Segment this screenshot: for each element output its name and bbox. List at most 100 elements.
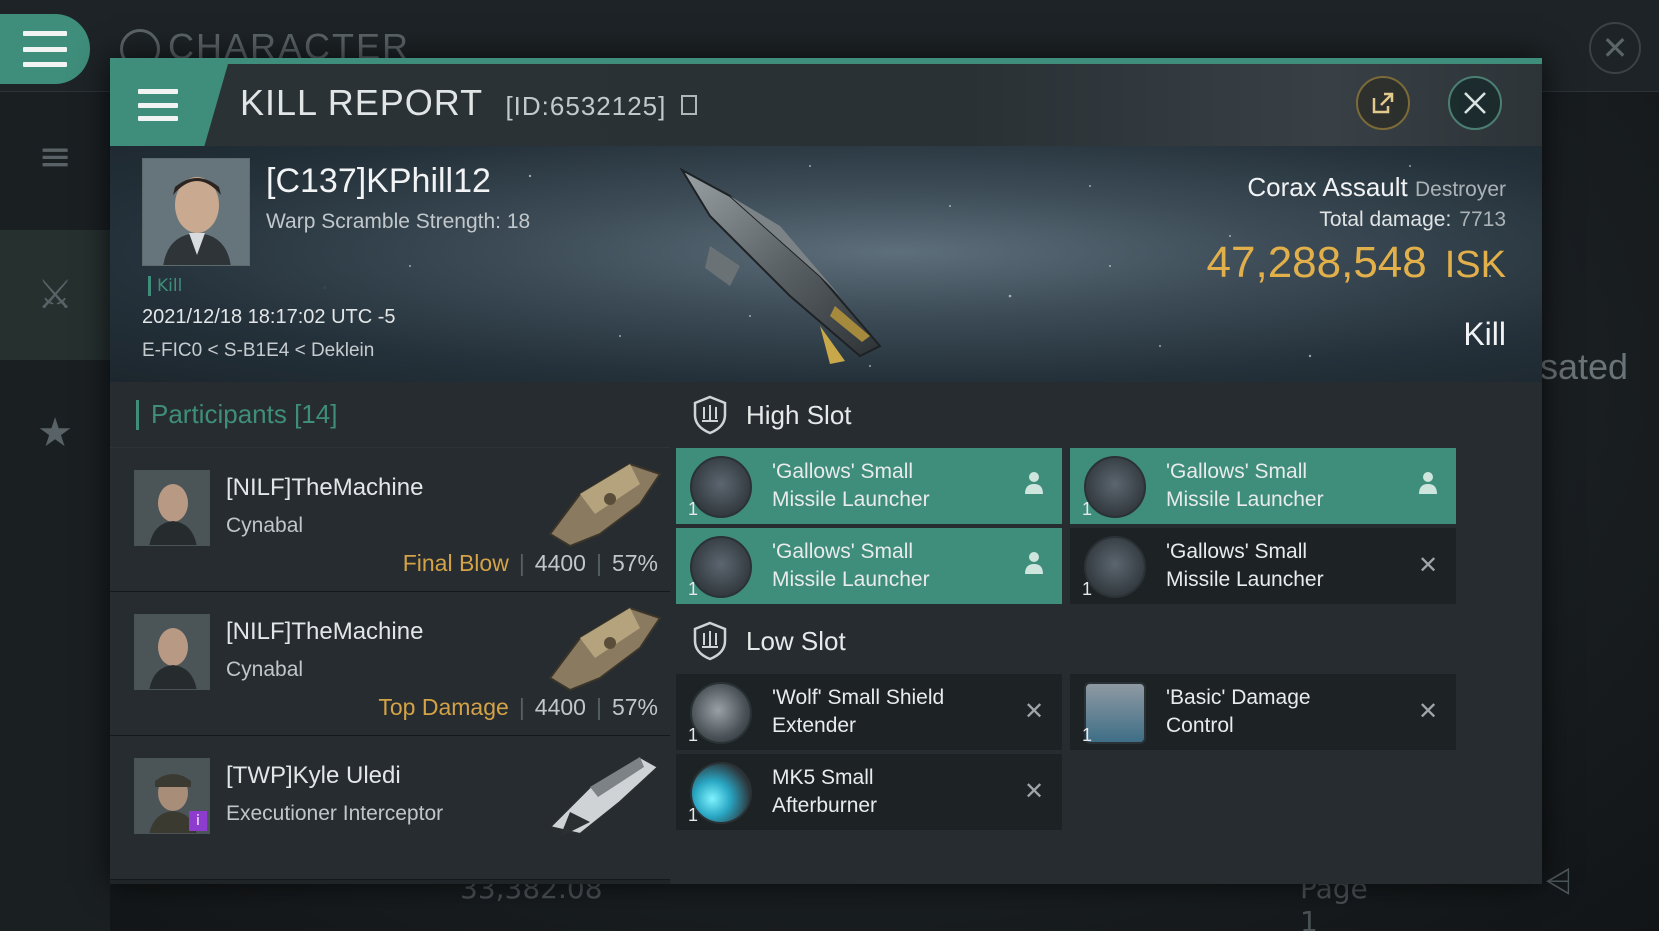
participant-ship: Executioner Interceptor <box>226 802 444 825</box>
participant-ship-image <box>548 755 660 837</box>
participant-avatar[interactable] <box>134 470 210 546</box>
participant-row[interactable]: [NILF]TheMachine Cynabal Final Blow | 4400… <box>110 448 670 592</box>
kill-location[interactable]: E-FIC0 < S-B1E4 < Deklein <box>142 340 374 362</box>
isk-amount: 47,288,548 <box>1206 238 1427 287</box>
total-damage-value: 7713 <box>1459 208 1506 231</box>
victim-subtitle: Warp Scramble Strength: 18 <box>266 210 531 233</box>
destroyed-x-icon: ✕ <box>1417 551 1439 579</box>
participant-ship-image <box>548 462 662 548</box>
module-item[interactable]: 1 'Gallows' Small Missile Launcher <box>1070 448 1456 524</box>
copy-icon[interactable] <box>681 95 698 116</box>
destroyed-x-icon: ✕ <box>1023 777 1045 805</box>
close-button[interactable] <box>1448 76 1502 130</box>
stats-divider: | <box>595 694 602 720</box>
module-item[interactable]: 1 'Gallows' Small Missile Launcher <box>676 448 1062 524</box>
module-name-line1: 'Gallows' Small <box>772 540 914 563</box>
participant-percent: 57% <box>611 694 658 720</box>
module-quantity: 1 <box>1082 579 1093 599</box>
missile-launcher-icon <box>1084 536 1146 598</box>
victim-avatar[interactable] <box>142 158 250 266</box>
share-button[interactable] <box>1356 76 1410 130</box>
result-type: Kill <box>1463 316 1506 352</box>
total-damage: Total damage: 7713 <box>1319 208 1506 232</box>
person-icon <box>1020 550 1048 580</box>
dialog-menu-button[interactable] <box>110 64 228 146</box>
ship-class: Destroyer <box>1414 178 1506 201</box>
module-item[interactable]: 1 MK5 Small Afterburner ✕ <box>676 754 1062 830</box>
module-item[interactable]: 1 'Gallows' Small Missile Launcher ✕ <box>1070 528 1456 604</box>
menu-icon <box>138 89 178 121</box>
module-name: 'Gallows' Small Missile Launcher <box>1166 538 1406 594</box>
participant-ship: Cynabal <box>226 658 304 681</box>
sidebar-star-icon[interactable]: ★ <box>0 368 110 498</box>
participants-count: [14] <box>294 399 338 429</box>
module-name-line2: Control <box>1166 714 1234 737</box>
module-name-line1: 'Gallows' Small <box>772 460 914 483</box>
status-badge: i <box>189 811 207 831</box>
module-item[interactable]: 1 'Wolf' Small Shield Extender ✕ <box>676 674 1062 750</box>
victim-ship-name[interactable]: Corax Assault Destroyer <box>1247 172 1506 203</box>
module-quantity: 1 <box>688 805 699 825</box>
victim-name[interactable]: [C137]KPhill12 <box>266 162 491 201</box>
participant-tag: Top Damage <box>378 694 509 720</box>
victim-ship-image[interactable] <box>670 156 910 366</box>
stats-divider: | <box>518 550 525 576</box>
module-quantity: 1 <box>1082 499 1093 519</box>
module-quantity: 1 <box>1082 725 1093 745</box>
missile-launcher-icon <box>1084 456 1146 518</box>
background-right-text: sated <box>1540 346 1629 387</box>
module-name: 'Gallows' Small Missile Launcher <box>772 458 1012 514</box>
module-item[interactable]: 1 'Basic' Damage Control ✕ <box>1070 674 1456 750</box>
dialog-title-text: KILL REPORT <box>240 82 483 123</box>
destroyed-x-icon: ✕ <box>1417 697 1439 725</box>
participants-accent-bar <box>136 399 139 430</box>
isk-unit: ISK <box>1444 244 1506 286</box>
high-slot-label: High Slot <box>746 399 852 430</box>
participants-label: Participants <box>151 399 287 429</box>
stats-divider: | <box>518 694 525 720</box>
participants-panel: Participants [14] [NILF]TheMachine Cynab… <box>110 382 670 884</box>
module-name-line1: 'Gallows' Small <box>1166 460 1308 483</box>
participant-avatar[interactable]: i <box>134 758 210 834</box>
dialog-title: KILL REPORT [ID:6532125] <box>240 82 698 124</box>
share-icon <box>1372 92 1394 114</box>
background-menu-button[interactable] <box>0 14 90 84</box>
afterburner-icon <box>690 762 752 824</box>
module-quantity: 1 <box>688 725 699 745</box>
close-icon <box>1464 92 1486 114</box>
menu-icon <box>23 31 67 67</box>
kill-datetime: 2021/12/18 18:17:02 UTC -5 <box>142 306 396 328</box>
person-icon <box>1414 470 1442 500</box>
sidebar-combat-icon[interactable]: ⚔ <box>0 230 110 360</box>
module-name-line2: Afterburner <box>772 794 878 817</box>
low-slot-header: Low Slot <box>670 608 1542 674</box>
isk-value: 47,288,548 ISK <box>1207 238 1506 288</box>
module-name-line1: 'Wolf' Small Shield <box>772 686 945 709</box>
module-quantity: 1 <box>688 499 699 519</box>
low-slot-label: Low Slot <box>746 625 846 656</box>
module-name-line1: 'Basic' Damage <box>1166 686 1311 709</box>
participant-ship-image <box>548 606 662 692</box>
participant-damage: 4400 <box>534 694 586 720</box>
module-name-line2: Missile Launcher <box>772 568 930 591</box>
module-name-line2: Missile Launcher <box>772 488 930 511</box>
filter-icon[interactable]: ⩤ <box>1545 862 1572 902</box>
participant-row[interactable]: [NILF]TheMachine Cynabal Top Damage | 4400… <box>110 592 670 736</box>
damage-control-icon <box>1084 682 1146 744</box>
module-name-line1: MK5 Small <box>772 766 874 789</box>
background-close-button[interactable]: ✕ <box>1589 22 1641 74</box>
sidebar-list-icon[interactable]: ≡ <box>0 92 110 222</box>
module-name: 'Wolf' Small Shield Extender <box>772 684 1012 740</box>
module-item[interactable]: 1 'Gallows' Small Missile Launcher <box>676 528 1062 604</box>
participant-row[interactable]: i [TWP]Kyle Uledi Executioner Intercepto… <box>110 736 670 880</box>
module-name-line1: 'Gallows' Small <box>1166 540 1308 563</box>
shield-extender-icon <box>690 682 752 744</box>
participant-avatar[interactable] <box>134 614 210 690</box>
module-name-line2: Missile Launcher <box>1166 568 1324 591</box>
module-name-line2: Missile Launcher <box>1166 488 1324 511</box>
dialog-header: KILL REPORT [ID:6532125] <box>110 64 1542 146</box>
participant-ship: Cynabal <box>226 514 304 537</box>
stats-divider: | <box>595 550 602 576</box>
module-name: 'Gallows' Small Missile Launcher <box>772 538 1012 594</box>
participant-portrait <box>135 471 209 545</box>
